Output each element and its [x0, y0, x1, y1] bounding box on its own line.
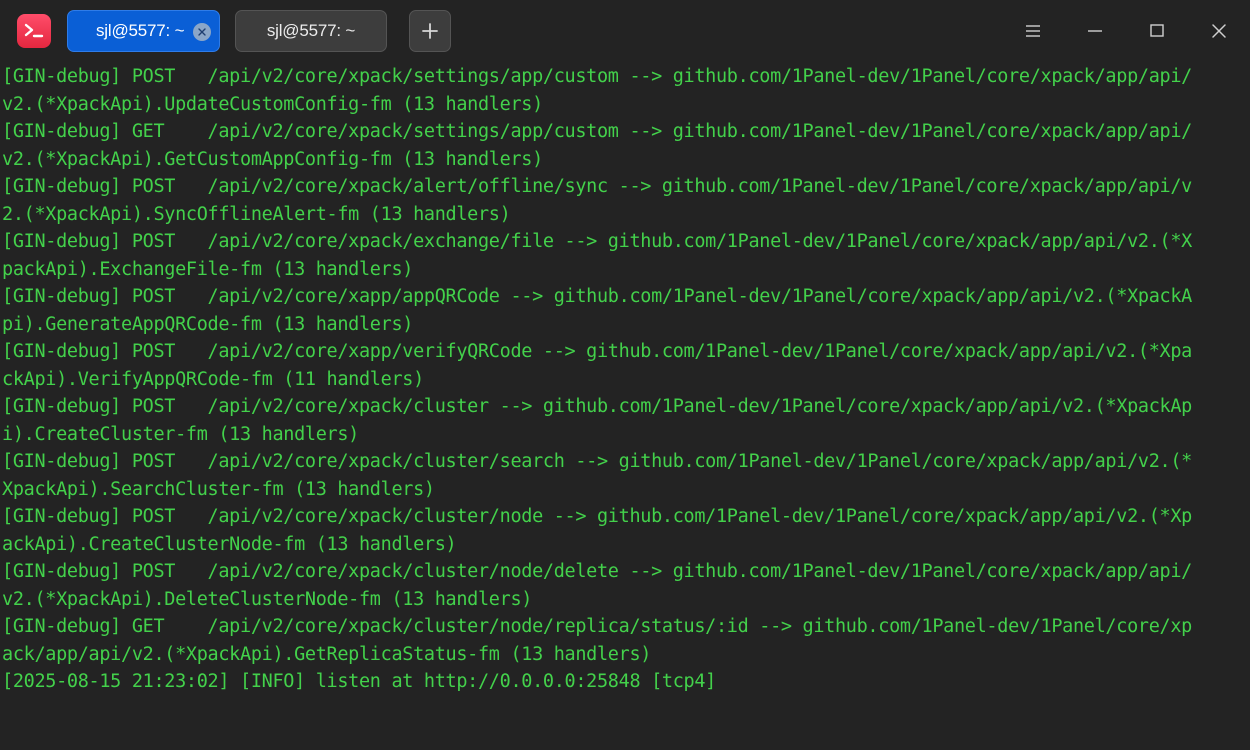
maximize-icon: [1150, 24, 1164, 37]
terminal-line: ckApi).VerifyAppQRCode-fm (11 handlers): [2, 368, 424, 390]
terminal-line: ack/app/api/v2.(*XpackApi).GetReplicaSta…: [2, 643, 652, 665]
terminal-line: [2025-08-15 21:23:02] [INFO] listen at h…: [2, 671, 716, 692]
terminal-line: [GIN-debug] POST /api/v2/core/xpack/clus…: [2, 451, 1192, 472]
terminal-line: 2.(*XpackApi).SyncOfflineAlert-fm (13 ha…: [2, 203, 511, 225]
terminal-line: [GIN-debug] POST /api/v2/core/xpack/clus…: [2, 561, 1192, 582]
menu-button[interactable]: [1016, 14, 1050, 48]
terminal-line: [GIN-debug] POST /api/v2/core/xapp/appQR…: [2, 286, 1192, 307]
tab-terminal-2[interactable]: sjl@5577: ~: [235, 10, 387, 52]
terminal-line: [GIN-debug] POST /api/v2/core/xpack/sett…: [2, 66, 1192, 87]
terminal-line: [GIN-debug] POST /api/v2/core/xpack/exch…: [2, 231, 1192, 252]
terminal-line: ackApi).CreateClusterNode-fm (13 handler…: [2, 533, 457, 555]
new-tab-button[interactable]: [409, 10, 451, 52]
minimize-button[interactable]: [1078, 14, 1112, 48]
terminal-line: XpackApi).SearchCluster-fm (13 handlers): [2, 478, 435, 500]
terminal-line: packApi).ExchangeFile-fm (13 handlers): [2, 258, 414, 280]
minimize-icon: [1088, 30, 1102, 32]
terminal-line: [GIN-debug] GET /api/v2/core/xpack/clust…: [2, 616, 1192, 637]
tab-label: sjl@5577: ~: [96, 21, 185, 40]
terminal-line: i).CreateCluster-fm (13 handlers): [2, 423, 359, 445]
close-icon: [1212, 24, 1226, 38]
terminal-line: v2.(*XpackApi).UpdateCustomConfig-fm (13…: [2, 93, 543, 115]
terminal-line: pi).GenerateAppQRCode-fm (13 handlers): [2, 313, 414, 335]
terminal-line: v2.(*XpackApi).DeleteClusterNode-fm (13 …: [2, 588, 533, 610]
terminal-line: v2.(*XpackApi).GetCustomAppConfig-fm (13…: [2, 148, 543, 170]
terminal-line: [GIN-debug] POST /api/v2/core/xpack/aler…: [2, 176, 1192, 197]
close-window-button[interactable]: [1202, 14, 1236, 48]
hamburger-icon: [1026, 25, 1040, 37]
terminal-window: sjl@5577: ~ sjl@5577: ~ [GIN-debug] POST…: [0, 0, 1250, 750]
close-tab-icon[interactable]: [193, 23, 211, 41]
maximize-button[interactable]: [1140, 14, 1174, 48]
tab-label: sjl@5577: ~: [266, 21, 356, 40]
terminal-line: [GIN-debug] POST /api/v2/core/xpack/clus…: [2, 396, 1192, 417]
plus-icon: [422, 23, 438, 39]
title-bar: sjl@5577: ~ sjl@5577: ~: [0, 0, 1250, 62]
terminal-output[interactable]: [GIN-debug] POST /api/v2/core/xpack/sett…: [2, 63, 1248, 748]
terminal-line: [GIN-debug] POST /api/v2/core/xpack/clus…: [2, 506, 1192, 527]
tab-terminal-1[interactable]: sjl@5577: ~: [67, 10, 220, 52]
terminal-icon: [17, 14, 51, 48]
terminal-line: [GIN-debug] GET /api/v2/core/xpack/setti…: [2, 121, 1192, 142]
terminal-line: [GIN-debug] POST /api/v2/core/xapp/verif…: [2, 341, 1192, 362]
